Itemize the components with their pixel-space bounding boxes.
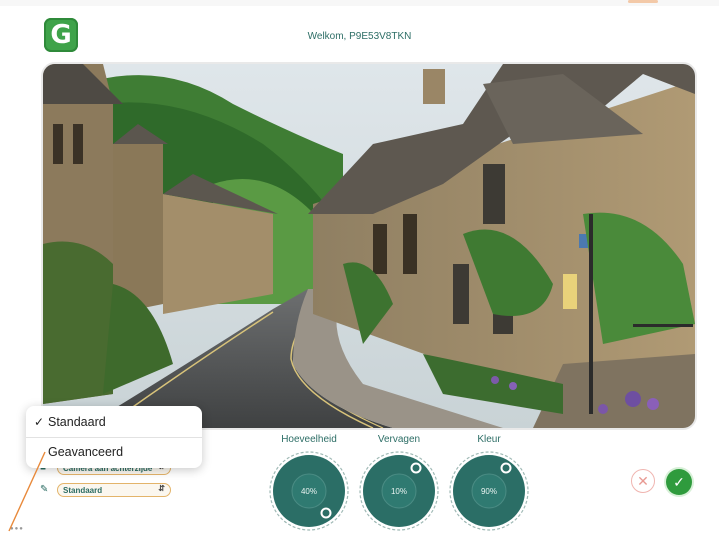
confirm-button[interactable]: ✓: [666, 469, 692, 495]
mode-dropdown-menu: ✓ Standaard Geavanceerd: [26, 406, 202, 468]
knob-handle[interactable]: [320, 507, 332, 519]
knob-label-hoeveelheid: Hoeveelheid: [281, 434, 337, 445]
close-icon: ✕: [637, 472, 649, 489]
more-dots-icon: ●●●: [10, 526, 24, 532]
dropdown-option-geavanceerd[interactable]: Geavanceerd: [26, 437, 202, 467]
dropdown-option-label: Standaard: [48, 415, 106, 429]
photo-preview: [41, 62, 697, 430]
chevron-down-icon: ⇵: [158, 484, 165, 493]
knob-handle[interactable]: [500, 462, 512, 474]
pen-icon: ✎: [40, 484, 49, 495]
dropdown-option-label: Geavanceerd: [48, 445, 124, 459]
knob-value-vervagen: 10%: [391, 487, 407, 496]
top-bar: [0, 0, 719, 6]
knob-handle[interactable]: [410, 462, 422, 474]
knob-label-vervagen: Vervagen: [377, 434, 421, 445]
knob-label-kleur: Kleur: [477, 434, 501, 445]
mode-select-value: Standaard: [63, 485, 103, 495]
top-accent-mark: [628, 0, 658, 3]
knob-vervagen[interactable]: 10%: [359, 451, 439, 531]
dropdown-option-standaard[interactable]: ✓ Standaard: [26, 407, 202, 438]
knob-hoeveelheid[interactable]: 40%: [269, 451, 349, 531]
cancel-button[interactable]: ✕: [631, 469, 655, 493]
knob-kleur[interactable]: 90%: [449, 451, 529, 531]
welcome-text: Welkom, P9E53V8TKN: [307, 31, 412, 42]
check-icon: ✓: [34, 415, 45, 429]
knob-value-kleur: 90%: [481, 487, 497, 496]
check-icon: ✓: [673, 473, 685, 490]
knob-value-hoeveelheid: 40%: [301, 487, 317, 496]
village-street-photo: [43, 64, 695, 428]
mode-select[interactable]: Standaard ⇵: [57, 483, 171, 497]
